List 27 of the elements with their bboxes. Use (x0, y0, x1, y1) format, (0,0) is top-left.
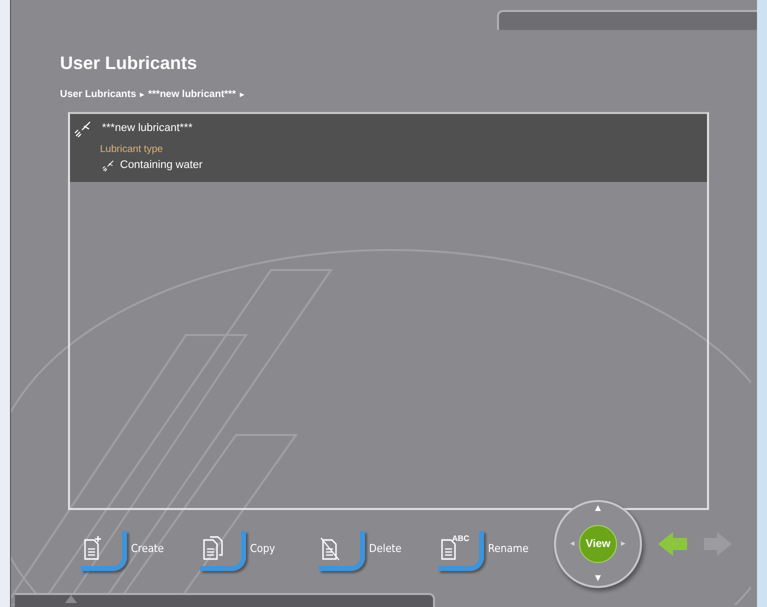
navigation-dial[interactable]: ▲ ◂ View ▸ ▼ (554, 500, 642, 588)
spray-nozzle-icon (102, 158, 116, 172)
up-triangle-icon[interactable] (65, 595, 77, 603)
hook-graphic (81, 531, 127, 571)
property-value: Containing water (120, 158, 203, 173)
property-label: Lubricant type (100, 143, 164, 157)
left-arrow[interactable]: ◂ (570, 537, 575, 551)
breadcrumb-link[interactable]: User Lubricants (60, 87, 136, 102)
icon-label: ABC (452, 535, 470, 543)
delete-button[interactable]: Delete (309, 527, 427, 571)
hook-graphic (438, 531, 484, 571)
hook-graphic (319, 531, 365, 571)
up-arrow[interactable]: ▲ (593, 504, 603, 514)
back-arrow-icon[interactable] (656, 529, 690, 559)
list-item[interactable]: ***new lubricant*** Lubricant type Containing water (70, 114, 707, 182)
lubricant-name: ***new lubricant*** (102, 120, 192, 136)
breadcrumb-link[interactable]: ***new lubricant*** (148, 87, 236, 102)
breadcrumb-separator: ▸ (240, 88, 244, 100)
page-title: User Lubricants (60, 52, 198, 75)
hook-graphic (200, 531, 246, 571)
create-button[interactable]: Create (71, 527, 189, 571)
down-arrow[interactable]: ▼ (593, 574, 603, 584)
copy-button[interactable]: Copy (190, 527, 308, 571)
view-button[interactable]: View (579, 525, 617, 563)
right-arrow[interactable]: ▸ (621, 537, 626, 551)
breadcrumb-separator: ▸ (140, 88, 144, 100)
rename-button[interactable]: ABC Rename (428, 527, 546, 571)
